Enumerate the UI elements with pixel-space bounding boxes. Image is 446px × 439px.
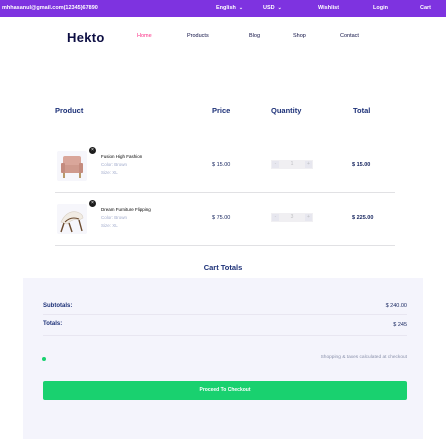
chevron-down-icon: ⌄: [277, 5, 282, 11]
increment-button[interactable]: +: [305, 161, 312, 168]
product-price: $ 75.00: [212, 215, 231, 221]
row-total: $ 15.00: [352, 162, 371, 168]
product-image-armchair: [57, 151, 87, 181]
header-price: Price: [212, 106, 231, 115]
totals-divider: [43, 335, 407, 336]
nav-shop[interactable]: Shop: [293, 33, 306, 39]
proceed-to-checkout-button[interactable]: Proceed To Checkout: [43, 381, 407, 400]
header-quantity: Quantity: [271, 106, 302, 115]
product-size: Size: XL: [101, 170, 118, 175]
language-selector[interactable]: English ⌄: [216, 5, 243, 11]
row-total: $ 225.00: [352, 215, 374, 221]
product-name: Dream Furniture Flipping: [101, 207, 151, 212]
quantity-value[interactable]: 3: [288, 214, 296, 220]
currency-label: USD: [263, 5, 275, 11]
increment-button[interactable]: +: [305, 214, 312, 221]
nav-products[interactable]: Products: [187, 33, 209, 39]
subtotals-value: $ 240.00: [385, 303, 407, 309]
product-color: Color: Brown: [101, 215, 128, 220]
header-total: Total: [353, 106, 371, 115]
nav-home[interactable]: Home: [137, 33, 152, 39]
cart-link[interactable]: Cart: [420, 5, 431, 11]
quantity-value[interactable]: 1: [288, 161, 296, 167]
logo[interactable]: Hekto: [67, 30, 105, 45]
login-link[interactable]: Login: [373, 5, 388, 11]
subtotals-label: Subtotals:: [43, 303, 73, 309]
top-bar: mhhasanul@gmail.com(12345)67890 English ⌄…: [0, 0, 446, 17]
quantity-stepper: - 1 +: [271, 160, 313, 169]
product-price: $ 15.00: [212, 162, 231, 168]
close-icon: ×: [91, 200, 94, 206]
table-row: × Dream Furniture Flipping Color: Brown …: [55, 200, 395, 244]
checkbox-icon[interactable]: [42, 357, 46, 361]
chevron-down-icon: ⌄: [238, 5, 244, 11]
currency-selector[interactable]: USD ⌄: [263, 5, 282, 11]
nav-blog[interactable]: Blog: [249, 33, 260, 39]
decrement-button[interactable]: -: [272, 161, 279, 168]
main-nav: Hekto Home Products Blog Shop Contact: [0, 17, 446, 61]
totals-value: $ 245: [393, 322, 407, 328]
remove-item-button[interactable]: ×: [89, 147, 96, 154]
totals-divider: [43, 314, 407, 315]
checkout-note: Shopping & taxes calculated at checkout: [320, 355, 407, 360]
row-divider: [55, 192, 395, 193]
nav-contact[interactable]: Contact: [340, 33, 359, 39]
header-product: Product: [55, 106, 84, 115]
decrement-button[interactable]: -: [272, 214, 279, 221]
quantity-stepper: - 3 +: [271, 213, 313, 222]
contact-email: mhhasanul@gmail.com(12345)67890: [2, 5, 98, 11]
product-color: Color: Brown: [101, 162, 128, 167]
product-image-lounge-chair: [57, 204, 87, 234]
product-name: Fusion High Fashion: [101, 154, 143, 159]
cart-totals-panel: Subtotals: $ 240.00 Totals: $ 245 Shoppi…: [23, 278, 423, 439]
cart-totals-title: Cart Totals: [203, 263, 243, 272]
language-label: English: [216, 5, 236, 11]
table-row: × Fusion High Fashion Color: Brown Size:…: [55, 147, 395, 191]
remove-item-button[interactable]: ×: [89, 200, 96, 207]
close-icon: ×: [91, 147, 94, 153]
totals-label: Totals:: [43, 321, 63, 327]
product-size: Size: XL: [101, 223, 118, 228]
wishlist-link[interactable]: Wishlist: [318, 5, 339, 11]
row-divider: [55, 245, 395, 246]
